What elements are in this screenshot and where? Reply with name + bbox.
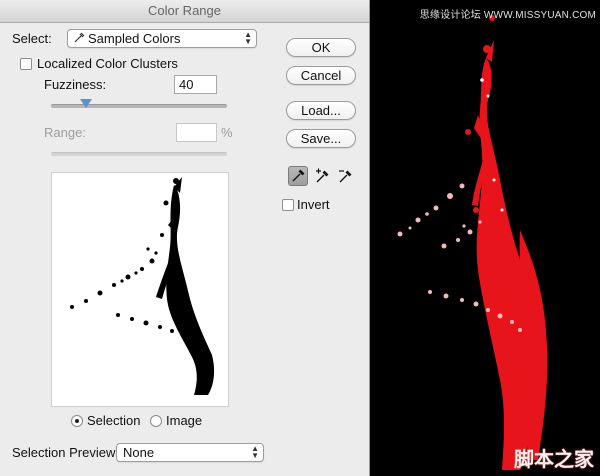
selection-preview-dropdown[interactable]: None ▲ ▼ (116, 443, 264, 462)
dialog-title: Color Range (0, 0, 369, 23)
localized-color-clusters-checkbox[interactable] (20, 58, 32, 70)
select-dropdown[interactable]: Sampled Colors ▲ ▼ (67, 29, 257, 48)
eyedropper-tool[interactable] (288, 166, 308, 186)
selection-preview-label: Selection Preview: (12, 445, 119, 460)
range-unit: % (221, 125, 233, 140)
top-watermark: 思缘设计论坛 WWW.MISSYUAN.COM (419, 10, 596, 21)
image-radio[interactable] (150, 415, 162, 427)
ok-button[interactable]: OK (286, 38, 356, 57)
canvas-image: 思缘设计论坛 WWW.MISSYUAN.COM 脚本之家 (370, 0, 600, 476)
red-paint-splash-image (397, 15, 548, 470)
invert-label: Invert (297, 197, 330, 212)
save-button[interactable]: Save... (286, 129, 356, 148)
image-radio-label: Image (166, 413, 203, 428)
select-label: Select: (12, 31, 52, 46)
fuzziness-slider-thumb[interactable] (80, 99, 93, 108)
localized-color-clusters-label: Localized Color Clusters (37, 56, 178, 71)
fuzziness-input[interactable]: 40 (174, 75, 217, 94)
fuzziness-slider-track[interactable] (51, 104, 227, 108)
range-label: Range: (44, 125, 86, 140)
load-button[interactable]: Load... (286, 101, 356, 120)
updown-arrows-icon: ▲ ▼ (251, 444, 259, 460)
updown-arrows-icon: ▲ ▼ (244, 30, 252, 46)
selection-preview-value: None (123, 445, 155, 460)
invert-checkbox[interactable] (282, 199, 294, 211)
eyedropper-minus-icon (339, 170, 352, 183)
selection-radio[interactable] (71, 415, 83, 427)
fuzziness-label: Fuzziness: (44, 77, 107, 92)
subtract-from-sample-tool[interactable] (335, 166, 355, 186)
range-input[interactable] (176, 123, 217, 142)
color-range-dialog: Color Range Select: Sampled Colors ▲ ▼ Lo… (0, 0, 370, 476)
eyedropper-plus-icon (316, 168, 329, 183)
add-to-sample-tool[interactable] (312, 166, 332, 186)
eyedropper-icon (74, 30, 88, 47)
cancel-button[interactable]: Cancel (286, 66, 356, 85)
range-slider-track[interactable] (51, 152, 227, 156)
eyedropper-icon (292, 169, 305, 182)
selection-preview-image (51, 172, 229, 407)
selection-radio-label: Selection (87, 413, 141, 428)
select-value: Sampled Colors (88, 31, 181, 46)
bottom-watermark: 脚本之家 (514, 449, 594, 471)
